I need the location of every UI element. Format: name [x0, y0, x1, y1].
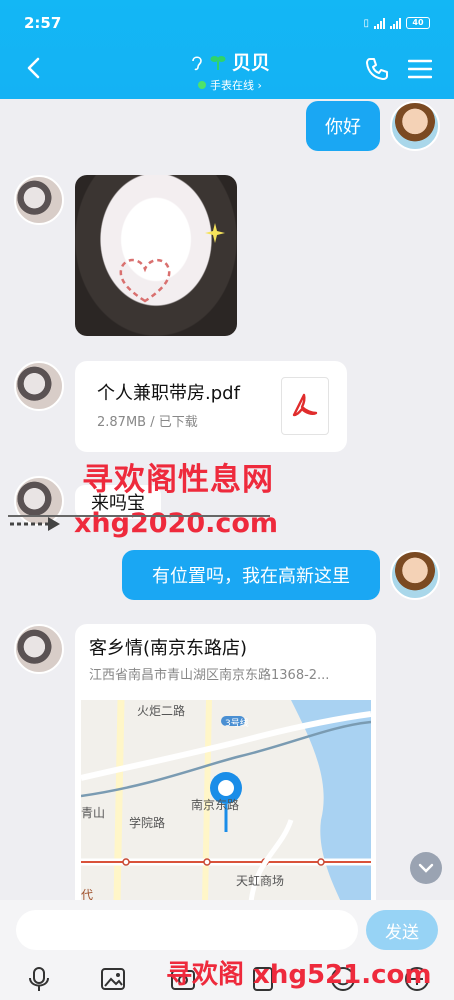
ear-icon [192, 55, 202, 70]
file-message[interactable]: 个人兼职带房.pdf 2.87MB / 已下载 [75, 361, 347, 452]
status-icons: ▯ 40 [363, 17, 430, 29]
avatar-user[interactable] [390, 101, 440, 151]
chat-title[interactable]: 贝贝 手表在线 › [150, 48, 310, 93]
contact-status[interactable]: 手表在线 › [210, 77, 262, 93]
strike-line [8, 515, 270, 517]
avatar-contact[interactable] [14, 361, 64, 411]
phone-icon[interactable] [364, 56, 390, 82]
send-button[interactable]: 发送 [366, 910, 438, 950]
location-title: 客乡情(南京东路店) [89, 638, 248, 659]
map-label: 3号线 [225, 719, 249, 729]
chevron-down-icon [418, 863, 434, 873]
location-message[interactable]: 客乡情(南京东路店) 江西省南昌市青山湖区南京东路1368-2... 火炬二路 … [75, 624, 376, 924]
pdf-icon [292, 393, 318, 417]
battery-icon: 40 [406, 17, 430, 29]
heart-drawing-icon [119, 258, 171, 303]
microphone-icon[interactable] [26, 966, 52, 992]
file-name: 个人兼职带房.pdf [97, 383, 240, 404]
map-label: 青山 [81, 806, 106, 820]
map-label: 天虹商场 [236, 874, 285, 888]
map-label: 学院路 [129, 816, 166, 830]
status-time: 2:57 [24, 14, 62, 32]
menu-icon[interactable] [408, 58, 432, 80]
pdf-file-icon [281, 377, 329, 435]
signal-icon [374, 17, 385, 29]
status-bar: 2:57 ▯ 40 [24, 12, 430, 34]
image-icon[interactable] [100, 966, 126, 992]
image-message[interactable] [75, 175, 237, 336]
map-preview[interactable]: 火炬二路 3号线 南京东路 学院路 天虹商场 青山 代 [81, 700, 371, 902]
file-meta: 2.87MB / 已下载 [97, 415, 198, 430]
message-outgoing[interactable]: 你好 [306, 101, 380, 151]
message-input[interactable] [16, 910, 358, 950]
watermark-text: 寻欢阁性息网 [82, 462, 274, 498]
watermark-bottom: 寻欢阁 xhg521.com [166, 960, 432, 990]
map-label: 南京东路 [191, 798, 240, 812]
sprout-icon [210, 55, 226, 70]
avatar-contact[interactable] [14, 175, 64, 225]
back-icon[interactable] [22, 56, 46, 80]
map-label: 火炬二路 [137, 704, 186, 718]
chat-nav: 贝贝 手表在线 › [0, 44, 454, 94]
online-dot [198, 81, 207, 89]
contact-name: 贝贝 [231, 52, 270, 74]
message-outgoing[interactable]: 有位置吗，我在高新这里 [122, 550, 380, 600]
location-address: 江西省南昌市青山湖区南京东路1368-2... [89, 668, 330, 683]
scroll-down-button[interactable] [410, 852, 442, 884]
watermark-url: xhg2020.com [74, 508, 279, 539]
signal-icon-2 [390, 17, 401, 29]
avatar-user[interactable] [390, 550, 440, 600]
sparkle-icon [205, 223, 225, 243]
vibrate-icon: ▯ [363, 17, 369, 29]
arrow-icon [10, 517, 60, 531]
avatar-contact[interactable] [14, 624, 64, 674]
top-bar: 2:57 ▯ 40 贝贝 手表在线 › [0, 0, 454, 99]
